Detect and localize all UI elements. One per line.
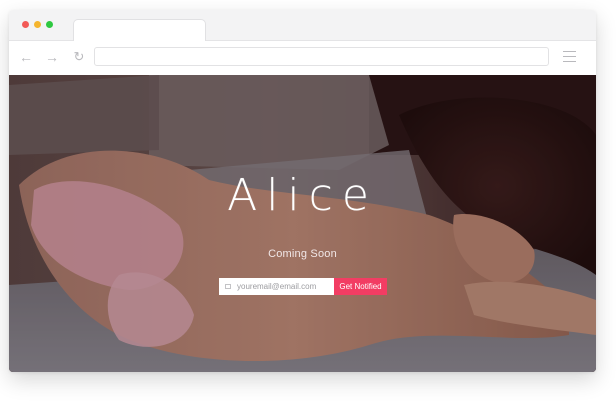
browser-toolbar: ← → ↻	[9, 41, 596, 76]
envelope-icon	[225, 284, 231, 289]
browser-tab[interactable]	[73, 19, 206, 42]
browser-window: ← → ↻ Alice Coming Soon youremail@email.…	[9, 10, 596, 372]
notify-form: Get Notified	[219, 278, 387, 295]
hamburger-menu-icon[interactable]	[563, 51, 576, 62]
arrow-right-icon[interactable]: →	[44, 49, 60, 65]
maximize-window-icon[interactable]	[46, 21, 53, 28]
brand-title: Alice	[227, 170, 378, 221]
minimize-window-icon[interactable]	[34, 21, 41, 28]
browser-titlebar	[9, 10, 596, 42]
get-notified-button[interactable]: Get Notified	[334, 278, 387, 295]
hero-section: Alice Coming Soon Get Notified	[9, 75, 596, 372]
arrow-left-icon[interactable]: ←	[18, 49, 34, 65]
hero-overlay	[9, 75, 596, 372]
coming-soon-text: Coming Soon	[268, 248, 337, 260]
close-window-icon[interactable]	[22, 21, 29, 28]
email-input[interactable]	[237, 278, 331, 295]
address-bar[interactable]	[94, 47, 549, 66]
reload-icon[interactable]: ↻	[71, 49, 87, 65]
email-field-wrapper	[219, 278, 334, 295]
